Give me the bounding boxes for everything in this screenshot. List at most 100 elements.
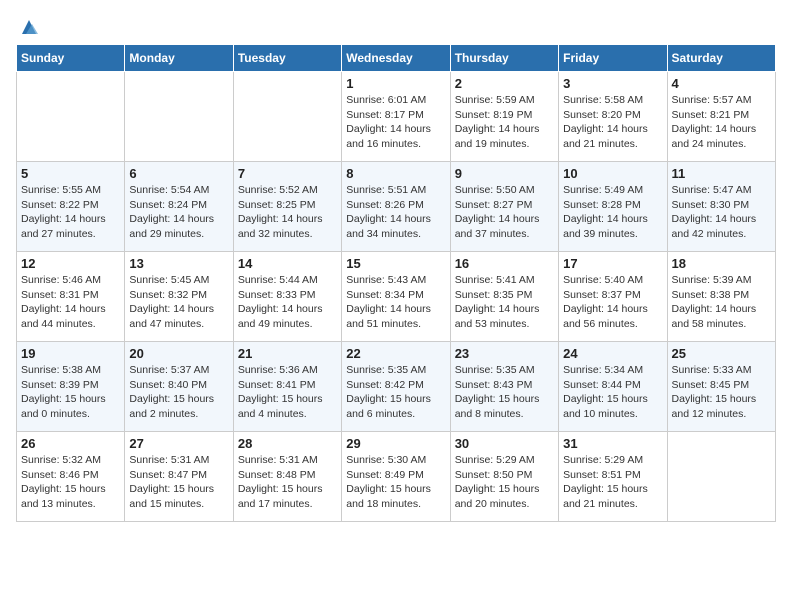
day-number: 9 [455, 166, 554, 181]
day-info: Sunrise: 5:55 AM Sunset: 8:22 PM Dayligh… [21, 183, 120, 242]
day-info: Sunrise: 5:49 AM Sunset: 8:28 PM Dayligh… [563, 183, 662, 242]
day-number: 23 [455, 346, 554, 361]
day-info: Sunrise: 5:38 AM Sunset: 8:39 PM Dayligh… [21, 363, 120, 422]
day-info: Sunrise: 5:29 AM Sunset: 8:51 PM Dayligh… [563, 453, 662, 512]
calendar-cell: 16 Sunrise: 5:41 AM Sunset: 8:35 PM Dayli… [450, 252, 558, 342]
day-info: Sunrise: 5:50 AM Sunset: 8:27 PM Dayligh… [455, 183, 554, 242]
day-info: Sunrise: 5:59 AM Sunset: 8:19 PM Dayligh… [455, 93, 554, 152]
day-number: 27 [129, 436, 228, 451]
day-info: Sunrise: 5:35 AM Sunset: 8:42 PM Dayligh… [346, 363, 445, 422]
day-info: Sunrise: 5:29 AM Sunset: 8:50 PM Dayligh… [455, 453, 554, 512]
calendar-cell: 31Sunrise: 5:29 AM Sunset: 8:51 PM Dayli… [559, 432, 667, 522]
calendar-cell [17, 72, 125, 162]
day-number: 3 [563, 76, 662, 91]
calendar-cell: 10 Sunrise: 5:49 AM Sunset: 8:28 PM Dayli… [559, 162, 667, 252]
day-number: 18 [672, 256, 771, 271]
calendar-cell: 28 Sunrise: 5:31 AM Sunset: 8:48 PM Dayli… [233, 432, 341, 522]
calendar-cell: 20 Sunrise: 5:37 AM Sunset: 8:40 PM Dayli… [125, 342, 233, 432]
day-header-friday: Friday [559, 45, 667, 72]
day-number: 14 [238, 256, 337, 271]
calendar-cell [233, 72, 341, 162]
day-info: Sunrise: 5:47 AM Sunset: 8:30 PM Dayligh… [672, 183, 771, 242]
day-header-saturday: Saturday [667, 45, 775, 72]
day-number: 10 [563, 166, 662, 181]
calendar-cell: 24 Sunrise: 5:34 AM Sunset: 8:44 PM Dayli… [559, 342, 667, 432]
calendar-cell: 25Sunrise: 5:33 AM Sunset: 8:45 PM Dayli… [667, 342, 775, 432]
calendar-cell: 5 Sunrise: 5:55 AM Sunset: 8:22 PM Daylig… [17, 162, 125, 252]
calendar-cell: 12 Sunrise: 5:46 AM Sunset: 8:31 PM Dayli… [17, 252, 125, 342]
day-number: 13 [129, 256, 228, 271]
day-header-thursday: Thursday [450, 45, 558, 72]
day-number: 22 [346, 346, 445, 361]
day-info: Sunrise: 5:46 AM Sunset: 8:31 PM Dayligh… [21, 273, 120, 332]
day-number: 19 [21, 346, 120, 361]
week-row-3: 12 Sunrise: 5:46 AM Sunset: 8:31 PM Dayli… [17, 252, 776, 342]
calendar-cell: 27 Sunrise: 5:31 AM Sunset: 8:47 PM Dayli… [125, 432, 233, 522]
calendar-cell: 13 Sunrise: 5:45 AM Sunset: 8:32 PM Dayli… [125, 252, 233, 342]
calendar-cell: 15 Sunrise: 5:43 AM Sunset: 8:34 PM Dayli… [342, 252, 450, 342]
calendar-cell: 7Sunrise: 5:52 AM Sunset: 8:25 PM Daylig… [233, 162, 341, 252]
day-number: 15 [346, 256, 445, 271]
day-number: 30 [455, 436, 554, 451]
calendar-table: SundayMondayTuesdayWednesdayThursdayFrid… [16, 44, 776, 522]
day-number: 5 [21, 166, 120, 181]
calendar-cell: 19 Sunrise: 5:38 AM Sunset: 8:39 PM Dayli… [17, 342, 125, 432]
day-info: Sunrise: 5:32 AM Sunset: 8:46 PM Dayligh… [21, 453, 120, 512]
day-info: Sunrise: 5:44 AM Sunset: 8:33 PM Dayligh… [238, 273, 337, 332]
logo-icon [18, 16, 40, 38]
day-info: Sunrise: 5:30 AM Sunset: 8:49 PM Dayligh… [346, 453, 445, 512]
calendar-cell: 23 Sunrise: 5:35 AM Sunset: 8:43 PM Dayli… [450, 342, 558, 432]
calendar-cell [125, 72, 233, 162]
day-header-monday: Monday [125, 45, 233, 72]
day-number: 16 [455, 256, 554, 271]
logo [16, 16, 40, 34]
day-info: Sunrise: 5:51 AM Sunset: 8:26 PM Dayligh… [346, 183, 445, 242]
day-info: Sunrise: 6:01 AM Sunset: 8:17 PM Dayligh… [346, 93, 445, 152]
day-info: Sunrise: 5:58 AM Sunset: 8:20 PM Dayligh… [563, 93, 662, 152]
day-info: Sunrise: 5:35 AM Sunset: 8:43 PM Dayligh… [455, 363, 554, 422]
calendar-header-row: SundayMondayTuesdayWednesdayThursdayFrid… [17, 45, 776, 72]
day-info: Sunrise: 5:33 AM Sunset: 8:45 PM Dayligh… [672, 363, 771, 422]
calendar-cell: 17 Sunrise: 5:40 AM Sunset: 8:37 PM Dayli… [559, 252, 667, 342]
week-row-4: 19 Sunrise: 5:38 AM Sunset: 8:39 PM Dayli… [17, 342, 776, 432]
day-info: Sunrise: 5:45 AM Sunset: 8:32 PM Dayligh… [129, 273, 228, 332]
day-number: 11 [672, 166, 771, 181]
day-info: Sunrise: 5:43 AM Sunset: 8:34 PM Dayligh… [346, 273, 445, 332]
day-info: Sunrise: 5:39 AM Sunset: 8:38 PM Dayligh… [672, 273, 771, 332]
day-info: Sunrise: 5:31 AM Sunset: 8:47 PM Dayligh… [129, 453, 228, 512]
calendar-cell: 8 Sunrise: 5:51 AM Sunset: 8:26 PM Daylig… [342, 162, 450, 252]
day-info: Sunrise: 5:40 AM Sunset: 8:37 PM Dayligh… [563, 273, 662, 332]
day-number: 28 [238, 436, 337, 451]
calendar-cell: 2Sunrise: 5:59 AM Sunset: 8:19 PM Daylig… [450, 72, 558, 162]
calendar-cell: 4 Sunrise: 5:57 AM Sunset: 8:21 PM Daylig… [667, 72, 775, 162]
day-number: 6 [129, 166, 228, 181]
day-number: 26 [21, 436, 120, 451]
day-header-wednesday: Wednesday [342, 45, 450, 72]
day-info: Sunrise: 5:34 AM Sunset: 8:44 PM Dayligh… [563, 363, 662, 422]
day-number: 17 [563, 256, 662, 271]
day-info: Sunrise: 5:52 AM Sunset: 8:25 PM Dayligh… [238, 183, 337, 242]
calendar-cell: 3 Sunrise: 5:58 AM Sunset: 8:20 PM Daylig… [559, 72, 667, 162]
day-info: Sunrise: 5:31 AM Sunset: 8:48 PM Dayligh… [238, 453, 337, 512]
calendar-cell: 1 Sunrise: 6:01 AM Sunset: 8:17 PM Daylig… [342, 72, 450, 162]
day-info: Sunrise: 5:37 AM Sunset: 8:40 PM Dayligh… [129, 363, 228, 422]
day-number: 1 [346, 76, 445, 91]
calendar-cell: 14 Sunrise: 5:44 AM Sunset: 8:33 PM Dayli… [233, 252, 341, 342]
day-number: 8 [346, 166, 445, 181]
day-header-tuesday: Tuesday [233, 45, 341, 72]
day-info: Sunrise: 5:57 AM Sunset: 8:21 PM Dayligh… [672, 93, 771, 152]
calendar-cell: 26 Sunrise: 5:32 AM Sunset: 8:46 PM Dayli… [17, 432, 125, 522]
day-number: 12 [21, 256, 120, 271]
day-number: 21 [238, 346, 337, 361]
calendar-cell: 21 Sunrise: 5:36 AM Sunset: 8:41 PM Dayli… [233, 342, 341, 432]
day-info: Sunrise: 5:54 AM Sunset: 8:24 PM Dayligh… [129, 183, 228, 242]
day-number: 20 [129, 346, 228, 361]
day-number: 24 [563, 346, 662, 361]
week-row-1: 1 Sunrise: 6:01 AM Sunset: 8:17 PM Daylig… [17, 72, 776, 162]
day-info: Sunrise: 5:41 AM Sunset: 8:35 PM Dayligh… [455, 273, 554, 332]
calendar-cell: 30 Sunrise: 5:29 AM Sunset: 8:50 PM Dayli… [450, 432, 558, 522]
calendar-cell [667, 432, 775, 522]
day-number: 29 [346, 436, 445, 451]
day-info: Sunrise: 5:36 AM Sunset: 8:41 PM Dayligh… [238, 363, 337, 422]
day-number: 4 [672, 76, 771, 91]
